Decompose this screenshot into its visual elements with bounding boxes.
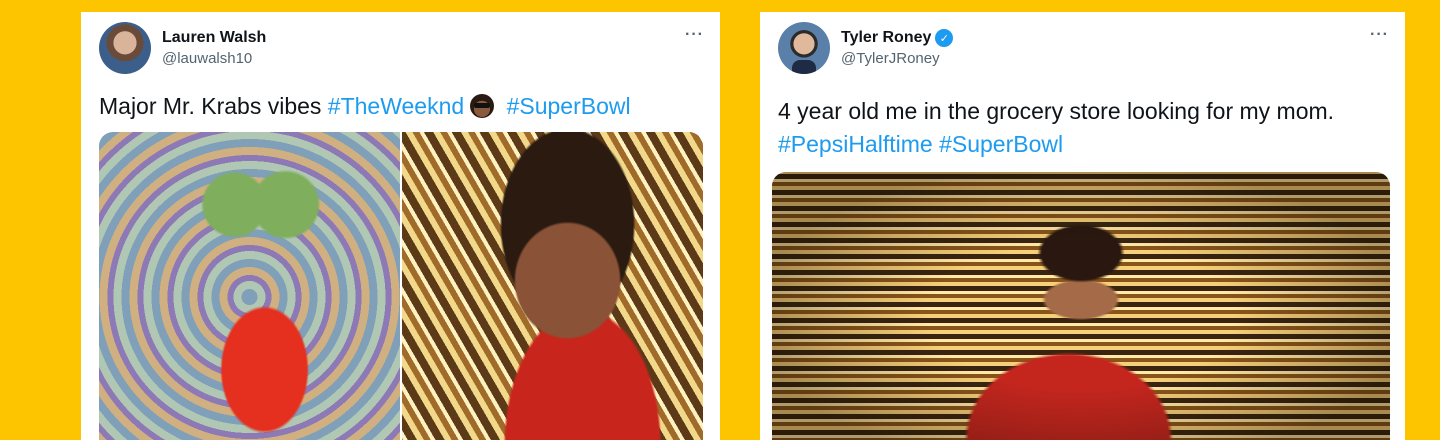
tweet-header: Tyler Roney ✓ @TylerJRoney [778, 22, 954, 74]
sunglasses-face-emoji-icon [470, 94, 495, 118]
user-handle[interactable]: @TylerJRoney [841, 50, 953, 67]
more-dots-icon[interactable]: ··· [685, 26, 704, 44]
display-name-text[interactable]: Tyler Roney [841, 29, 931, 47]
tweet-text-body: 4 year old me in the grocery store looki… [778, 98, 1335, 124]
display-name[interactable]: Lauren Walsh [162, 29, 266, 47]
tweet-card[interactable]: Tyler Roney ✓ @TylerJRoney ··· 4 year ol… [760, 12, 1405, 440]
tweet-media[interactable] [99, 132, 703, 440]
hashtag-link[interactable]: #SuperBowl [939, 131, 1063, 157]
media-image-mr-krabs[interactable] [99, 132, 400, 440]
verified-badge-icon: ✓ [935, 29, 954, 47]
tweet-text-body: Major Mr. Krabs vibes [99, 93, 328, 119]
hashtag-link[interactable]: #PepsiHalftime [778, 131, 933, 157]
hashtag-link[interactable]: #TheWeeknd [328, 93, 464, 119]
media-image-the-weeknd-blur[interactable] [772, 172, 1390, 440]
tweet-text: 4 year old me in the grocery store looki… [778, 95, 1398, 161]
media-image-the-weeknd[interactable] [402, 132, 703, 440]
tweet-text: Major Mr. Krabs vibes #TheWeeknd #SuperB… [99, 90, 631, 123]
hashtag-link[interactable]: #SuperBowl [507, 93, 631, 119]
user-handle[interactable]: @lauwalsh10 [162, 50, 266, 67]
more-dots-icon[interactable]: ··· [1370, 26, 1389, 44]
display-name-text[interactable]: Lauren Walsh [162, 29, 266, 47]
author-names: Tyler Roney ✓ @TylerJRoney [841, 29, 954, 67]
avatar[interactable] [99, 22, 151, 74]
display-name[interactable]: Tyler Roney ✓ [841, 29, 954, 47]
tweet-card[interactable]: Lauren Walsh @lauwalsh10 ··· Major Mr. K… [81, 12, 720, 440]
tweet-header: Lauren Walsh @lauwalsh10 [99, 22, 266, 74]
author-names: Lauren Walsh @lauwalsh10 [162, 29, 266, 67]
avatar[interactable] [778, 22, 830, 74]
